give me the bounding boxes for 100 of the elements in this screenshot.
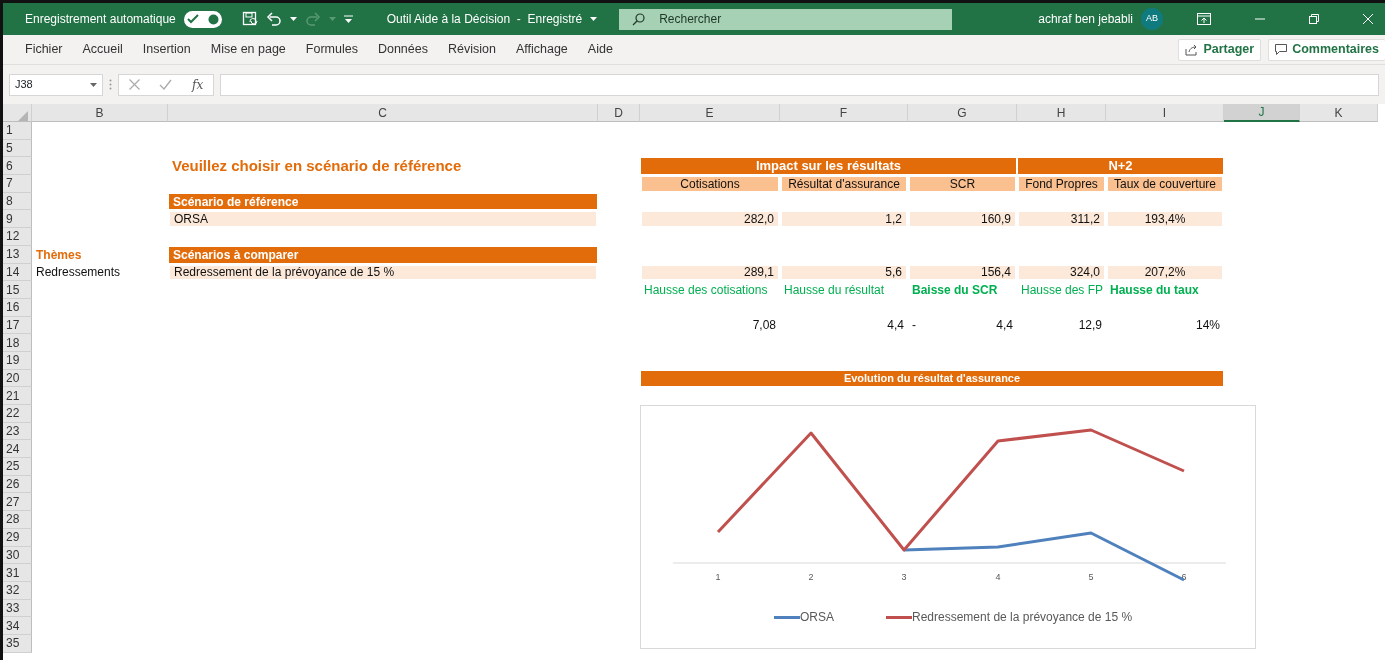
column-label: Cotisations xyxy=(640,175,780,193)
group-header: N+2 xyxy=(1017,157,1224,176)
caret-icon xyxy=(328,16,336,22)
ribbon-tab[interactable]: Mise en page xyxy=(200,40,296,59)
undo-icon[interactable] xyxy=(265,11,282,27)
caret-icon[interactable] xyxy=(289,16,297,22)
sheet-title: Veuillez choisir en scénario de référence xyxy=(171,157,463,176)
table-cell-text: Redressements xyxy=(35,264,122,282)
table-cell: 1,2 xyxy=(780,210,908,229)
row-header[interactable]: 28 xyxy=(3,511,32,529)
insert-function-button[interactable]: fx xyxy=(192,75,204,94)
column-label: SCR xyxy=(908,175,1017,193)
column-header[interactable]: I xyxy=(1106,104,1224,122)
close-icon[interactable] xyxy=(1363,14,1373,24)
table-cell-text: Thèmes xyxy=(35,246,83,264)
column-header[interactable]: D xyxy=(598,104,640,122)
legend-label: Redressement de la prévoyance de 15 % xyxy=(912,609,1133,626)
axis-label: 3 xyxy=(901,572,907,582)
row-header[interactable]: 1 xyxy=(3,122,32,140)
table-cell: 282,0 xyxy=(640,210,780,229)
section-header: Scénarios à comparer xyxy=(168,245,598,264)
table-cell: 311,2 xyxy=(1017,210,1106,229)
column-header[interactable]: K xyxy=(1300,104,1378,122)
row-header[interactable]: 31 xyxy=(3,564,32,582)
row-header[interactable]: 27 xyxy=(3,493,32,512)
ribbon-tab[interactable]: Insertion xyxy=(132,40,201,59)
column-header[interactable]: H xyxy=(1017,104,1106,122)
change-label: Hausse du résultat xyxy=(783,282,886,299)
ribbon-display-icon[interactable] xyxy=(1197,13,1211,25)
chart-title: Evolution du résultat d'assurance xyxy=(640,369,1224,388)
change-label: Hausse des cotisations xyxy=(643,282,769,299)
ribbon-tab[interactable]: Données xyxy=(367,40,438,59)
row-header[interactable]: 25 xyxy=(3,458,32,476)
ribbon-tab[interactable]: Affichage xyxy=(505,40,578,59)
axis-label: 4 xyxy=(995,572,1001,582)
comment-icon xyxy=(1275,44,1288,55)
caret-icon xyxy=(90,82,97,87)
formula-input[interactable] xyxy=(220,73,1379,96)
row-header[interactable]: 6 xyxy=(3,157,32,176)
column-label: Taux de couverture xyxy=(1106,175,1224,193)
table-cell: 5,6 xyxy=(780,263,908,282)
axis-label: 1 xyxy=(715,572,721,582)
caret-icon[interactable] xyxy=(590,16,598,22)
table-cell-text: 4,4 xyxy=(887,317,904,335)
row-header[interactable]: 15 xyxy=(3,281,32,299)
save-icon[interactable] xyxy=(241,11,258,27)
row-header[interactable]: 9 xyxy=(3,210,32,229)
autosave-toggle[interactable] xyxy=(183,10,222,28)
table-cell: ORSA xyxy=(168,210,598,229)
ribbon-tab[interactable]: Accueil xyxy=(72,40,133,59)
table-cell-text: 4,4 xyxy=(996,317,1013,335)
ribbon-tab[interactable]: Aide xyxy=(577,40,623,59)
share-icon xyxy=(1185,43,1199,56)
check-icon xyxy=(186,14,199,24)
autosave-label: Enregistrement automatique xyxy=(25,11,176,28)
row-header[interactable]: 34 xyxy=(3,617,32,635)
share-button[interactable]: Partager xyxy=(1178,38,1262,61)
toggle-knob xyxy=(207,13,219,25)
change-label: Baisse du SCR xyxy=(911,282,999,299)
comments-button[interactable]: Commentaires xyxy=(1268,38,1385,61)
table-cell-text: 7,08 xyxy=(752,317,776,335)
sign-text: - xyxy=(912,317,916,335)
table-cell: 289,1 xyxy=(640,263,780,282)
row-header[interactable]: 24 xyxy=(3,440,32,459)
document-title: Outil Aide à la Décision - Enregistré xyxy=(386,11,583,28)
table-cell-text: 12,9 xyxy=(1078,317,1102,335)
ribbon-tab[interactable]: Révision xyxy=(437,40,506,59)
column-label: Résultat d'assurance xyxy=(780,175,908,193)
axis-label: 5 xyxy=(1088,572,1094,582)
change-label: Hausse du taux xyxy=(1109,282,1200,299)
column-header[interactable]: E xyxy=(640,104,780,122)
column-header[interactable]: C xyxy=(168,104,598,122)
table-cell: 207,2% xyxy=(1106,263,1224,282)
table-cell: 324,0 xyxy=(1017,263,1106,282)
user-avatar[interactable]: AB xyxy=(1141,8,1163,30)
table-cell-text: 14% xyxy=(1195,317,1220,335)
restore-icon[interactable] xyxy=(1309,14,1319,24)
column-header[interactable]: F xyxy=(780,104,908,122)
row-header[interactable]: 21 xyxy=(3,387,32,405)
row-header[interactable]: 12 xyxy=(3,228,32,246)
row-header[interactable]: 22 xyxy=(3,405,32,423)
customize-icon[interactable] xyxy=(343,15,353,23)
column-header[interactable]: B xyxy=(32,104,168,122)
ribbon-tab[interactable]: Formules xyxy=(295,40,368,59)
column-header[interactable]: J xyxy=(1224,104,1300,122)
table-cell: 156,4 xyxy=(908,263,1017,282)
axis-label: 2 xyxy=(808,572,814,582)
name-box[interactable]: J38 xyxy=(9,73,103,96)
ribbon-tab[interactable]: Fichier xyxy=(15,40,73,59)
search-field[interactable]: Rechercher xyxy=(619,8,953,30)
more-icon xyxy=(109,79,112,90)
row-header[interactable]: 7 xyxy=(3,175,32,193)
table-cell: 193,4% xyxy=(1106,210,1224,229)
change-label: Hausse des FP xyxy=(1020,282,1105,299)
column-label: Fond Propres xyxy=(1017,175,1106,193)
user-name: achraf ben jebabli xyxy=(1038,11,1133,28)
section-header: Scénario de référence xyxy=(168,192,598,211)
table-cell: 160,9 xyxy=(908,210,1017,229)
row-header[interactable]: 18 xyxy=(3,334,32,352)
column-header[interactable]: G xyxy=(908,104,1017,122)
